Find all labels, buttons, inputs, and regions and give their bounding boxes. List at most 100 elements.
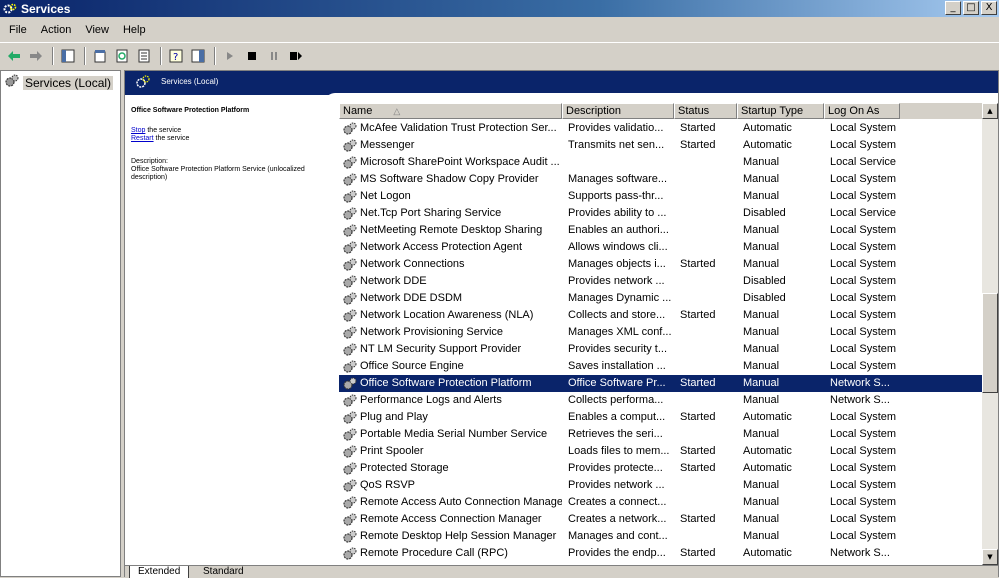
table-row[interactable]: Print Spooler Loads files to mem... Starte… [339,443,985,460]
table-row[interactable]: Network DDE Provides network ... Disabled L… [339,273,985,290]
description-text: Office Software Protection Platform Serv… [131,166,305,181]
service-log-on-as: Local System [830,360,897,372]
start-service-icon[interactable] [220,46,240,66]
column-header-startup-type[interactable]: Startup Type [737,103,824,119]
properties-icon[interactable] [90,46,110,66]
tree-item-services-local[interactable]: Services (Local) [1,71,120,94]
service-name-cell: Print Spooler [339,443,562,460]
service-gear-icon [342,393,358,409]
maximize-button[interactable]: □ [963,1,979,15]
back-arrow-icon[interactable] [4,46,24,66]
service-startup-type: Manual [743,343,780,355]
table-row[interactable]: Portable Media Serial Number Service Retr… [339,426,985,443]
column-header-status[interactable]: Status [674,103,737,119]
menu-help[interactable]: Help [116,24,153,36]
service-name-cell: Messenger [339,137,562,154]
refresh-icon[interactable] [112,46,132,66]
table-row[interactable]: Network Location Awareness (NLA) Collects… [339,307,985,324]
forward-arrow-icon[interactable] [26,46,46,66]
table-row[interactable]: Remote Access Auto Connection Manager Cre… [339,494,985,511]
restart-service-icon[interactable] [286,46,306,66]
service-startup-type: Manual [743,496,780,508]
show-hide-tree-icon[interactable] [58,46,78,66]
service-name: Protected Storage [360,462,449,474]
tree-item-label: Services (Local) [23,75,114,90]
service-log-on-as: Local Service [830,156,897,168]
table-row[interactable]: Messenger Transmits net sen... Started Auto… [339,137,985,154]
minimize-button[interactable]: _ [945,1,961,15]
service-log-on-as: Local System [830,479,897,491]
service-description: Manages Dynamic ... [568,292,672,304]
help-icon[interactable]: ? [166,46,186,66]
service-description: Creates a network... [568,513,667,525]
table-row[interactable]: Microsoft SharePoint Workspace Audit ...… [339,154,985,171]
table-row[interactable]: Network Connections Manages objects i... S… [339,256,985,273]
column-header-log-on-as[interactable]: Log On As [824,103,900,119]
service-startup-type: Manual [743,513,780,525]
services-gear-icon [135,74,151,93]
table-row[interactable]: Office Software Protection Platform Offic… [339,375,985,392]
service-gear-icon [342,189,358,205]
table-row[interactable]: NetMeeting Remote Desktop Sharing Enables… [339,222,985,239]
service-startup-type: Automatic [743,445,792,457]
pause-service-icon[interactable] [264,46,284,66]
service-status: Started [680,377,716,389]
service-description: Allows windows cli... [568,241,668,253]
service-name-cell: Portable Media Serial Number Service [339,426,562,443]
service-name-cell: Network Access Protection Agent [339,239,562,256]
service-startup-type: Manual [743,530,780,542]
close-button[interactable]: X [981,1,997,15]
service-name: Remote Access Connection Manager [360,513,542,525]
table-row[interactable]: Net.Tcp Port Sharing Service Provides abi… [339,205,985,222]
table-row[interactable]: Plug and Play Enables a comput... Started A… [339,409,985,426]
stop-service-icon[interactable] [242,46,262,66]
table-row[interactable]: Protected Storage Provides protecte... Sta… [339,460,985,477]
table-row[interactable]: NT LM Security Support Provider Provides … [339,341,985,358]
menu-file[interactable]: File [2,24,34,36]
service-startup-type: Manual [743,241,780,253]
menu-action[interactable]: Action [34,24,79,36]
service-description: Enables a comput... [568,411,666,423]
console-tree: Services (Local) [0,70,121,577]
stop-service-link[interactable]: Stop [131,127,145,134]
tab-extended[interactable]: Extended [129,566,190,578]
service-startup-type: Manual [743,190,780,202]
menu-view[interactable]: View [78,24,116,36]
table-row[interactable]: Performance Logs and Alerts Collects perf… [339,392,985,409]
table-row[interactable]: QoS RSVP Provides network ... Manual Local … [339,477,985,494]
service-description: Provides the endp... [568,547,666,559]
vertical-scrollbar[interactable]: ▲ ▼ [982,103,998,565]
table-row[interactable]: Network DDE DSDM Manages Dynamic ... Disab… [339,290,985,307]
column-header-name[interactable]: Name △ [339,103,562,119]
table-row[interactable]: Office Source Engine Saves installation .… [339,358,985,375]
table-row[interactable]: Remote Desktop Help Session Manager Manag… [339,528,985,545]
table-row[interactable]: Remote Access Connection Manager Creates … [339,511,985,528]
restart-service-link[interactable]: Restart [131,135,154,142]
service-name-cell: Network Provisioning Service [339,324,562,341]
column-header-description[interactable]: Description [562,103,674,119]
service-log-on-as: Local System [830,445,897,457]
service-gear-icon [342,410,358,426]
service-gear-icon [342,257,358,273]
service-startup-type: Manual [743,326,780,338]
service-name-cell: QoS RSVP [339,477,562,494]
scroll-up-arrow-icon[interactable]: ▲ [982,103,998,119]
table-row[interactable]: MS Software Shadow Copy Provider Manages … [339,171,985,188]
service-name: MS Software Shadow Copy Provider [360,173,539,185]
service-name: Remote Desktop Help Session Manager [360,530,557,542]
toolbar: ? [0,42,999,68]
table-row[interactable]: Remote Procedure Call (RPC) Provides the … [339,545,985,562]
export-list-icon[interactable] [134,46,154,66]
scrollbar-thumb[interactable] [982,293,998,393]
service-startup-type: Manual [743,258,780,270]
table-row[interactable]: Net Logon Supports pass-thr... Manual Local… [339,188,985,205]
table-row[interactable]: Network Access Protection Agent Allows wi… [339,239,985,256]
service-log-on-as: Network S... [830,547,890,559]
show-action-pane-icon[interactable] [188,46,208,66]
scroll-down-arrow-icon[interactable]: ▼ [982,549,998,565]
table-row[interactable]: Network Provisioning Service Manages XML … [339,324,985,341]
tab-standard[interactable]: Standard [195,566,252,578]
service-gear-icon [342,172,358,188]
table-row[interactable]: McAfee Validation Trust Protection Ser..… [339,120,985,137]
service-description: Saves installation ... [568,360,666,372]
